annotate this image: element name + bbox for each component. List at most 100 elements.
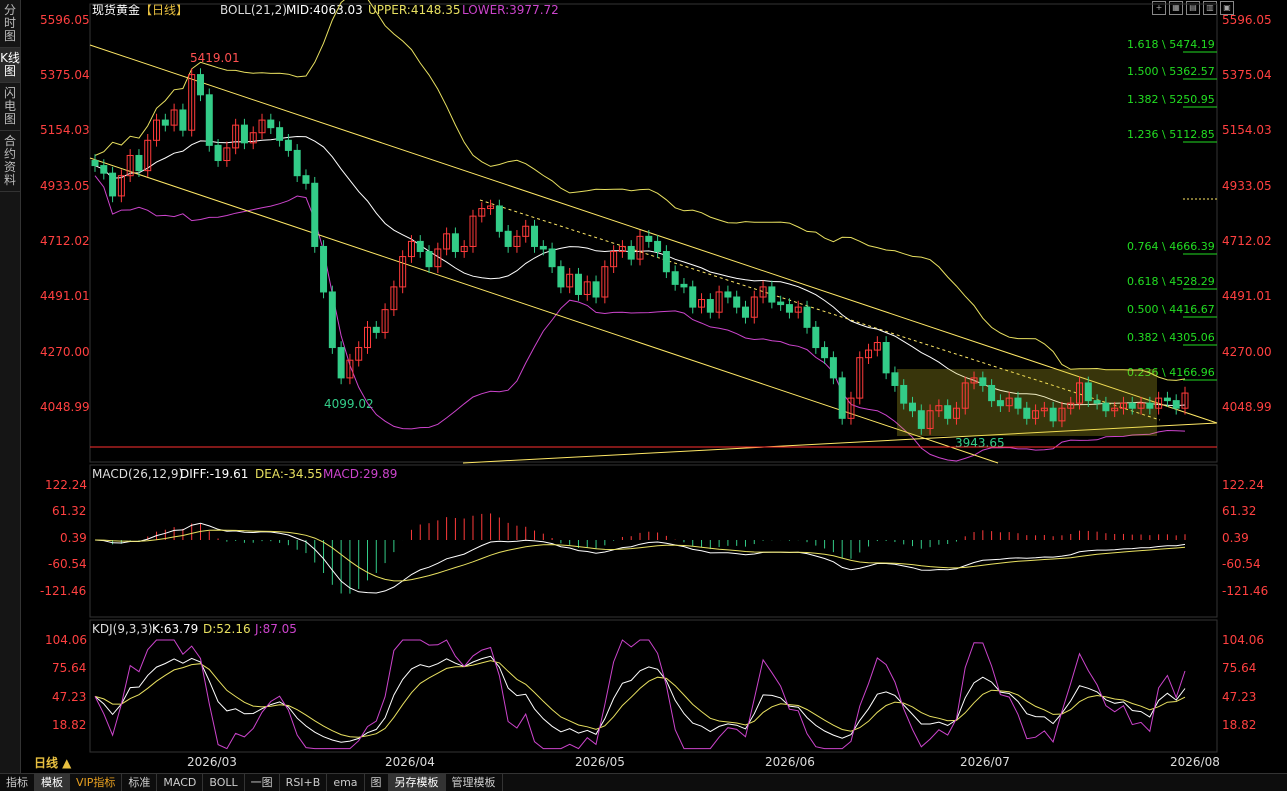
candle-body: [293, 149, 301, 177]
tab-template[interactable]: 模板: [35, 774, 70, 791]
candle-body: [662, 251, 670, 273]
tab-boll[interactable]: BOLL: [203, 774, 245, 791]
candle-body: [416, 240, 424, 253]
candle-body: [917, 410, 925, 429]
macd-y-tick: -121.46: [40, 584, 86, 598]
x-tick: 2026/06: [765, 755, 815, 769]
tab-chart[interactable]: 图: [365, 774, 389, 791]
candle-body: [882, 342, 890, 374]
candle-body: [1102, 402, 1110, 412]
candle-body: [451, 233, 459, 253]
candle-body: [179, 109, 187, 131]
candle-body: [574, 273, 582, 295]
x-tick: 2026/05: [575, 755, 625, 769]
macd-y-tick: 61.32: [52, 504, 86, 518]
period-selector[interactable]: 日线 ▲: [20, 754, 90, 773]
candle-body: [504, 230, 512, 247]
channel-lower-line: [89, 157, 999, 464]
candle-body: [109, 172, 117, 197]
y-tick: 5375.04: [40, 68, 90, 82]
candle-body: [988, 384, 996, 402]
candle-body: [812, 326, 820, 349]
kdj-k: K:63.79: [152, 622, 198, 636]
candle-body: [240, 124, 248, 144]
macd-y-tick: -60.54: [48, 557, 87, 571]
candle-body: [1014, 397, 1022, 409]
y-tick: 4270.00: [40, 345, 90, 359]
candle-body: [425, 251, 433, 268]
candle-body: [1093, 400, 1101, 404]
tab-ema[interactable]: ema: [327, 774, 365, 791]
candle-body: [900, 384, 908, 404]
candle-body: [267, 119, 275, 129]
tab-indicator[interactable]: 指标: [0, 774, 35, 791]
candle-body: [654, 240, 662, 253]
candle-body: [328, 291, 336, 349]
candle-body: [539, 245, 547, 250]
macd-y-tick: 0.39: [60, 531, 87, 545]
fib-label: 1.618 \ 5474.19: [1127, 38, 1215, 51]
tab-rsi-b[interactable]: RSI+B: [280, 774, 328, 791]
candle-body: [996, 400, 1004, 407]
kdj-k-line: [94, 655, 1186, 743]
macd-y-tick-right: 0.39: [1222, 531, 1249, 545]
candle-body: [689, 286, 697, 308]
tab-save-template[interactable]: 另存模板: [388, 774, 446, 791]
candle-body: [557, 266, 565, 288]
candle-body: [161, 119, 169, 126]
kdj-j: J:87.05: [254, 622, 297, 636]
candle-body: [1023, 407, 1031, 419]
candle-body: [100, 165, 108, 174]
candle-body: [302, 175, 310, 184]
macd-dea: DEA:-34.55: [255, 467, 323, 481]
kdj-y-tick-right: 47.23: [1222, 690, 1256, 704]
kdj-y-tick: 104.06: [45, 633, 87, 647]
y-axis-main: 5596.05 5375.04 5154.03 4933.05 4712.02 …: [40, 13, 1272, 414]
candle-body: [821, 347, 829, 359]
y-tick: 4491.01: [40, 289, 90, 303]
candle-body: [944, 405, 952, 419]
fib-label: 1.500 \ 5362.57: [1127, 65, 1215, 78]
macd-panel-frame: [89, 464, 1218, 618]
annotation-low: 4099.02: [324, 397, 374, 411]
y-tick-right: 4270.00: [1222, 345, 1272, 359]
kdj-y-tick-right: 18.82: [1222, 718, 1256, 732]
boll-upper: UPPER:4148.35: [368, 3, 460, 17]
kdj-y-tick: 47.23: [52, 690, 86, 704]
x-tick: 2026/07: [960, 755, 1010, 769]
candle-body: [548, 248, 556, 268]
y-tick: 4933.05: [40, 179, 90, 193]
kdj-y-tick: 18.82: [52, 718, 86, 732]
fib-label: 1.382 \ 5250.95: [1127, 93, 1215, 106]
boll-lower: LOWER:3977.72: [462, 3, 559, 17]
candle-body: [284, 139, 292, 151]
y-tick: 4048.99: [40, 400, 90, 414]
candle-body: [838, 377, 846, 419]
candle-body: [531, 225, 539, 247]
macd-diff: DIFF:-19.61: [180, 467, 248, 481]
y-tick-right: 5375.04: [1222, 68, 1272, 82]
candle-body: [214, 144, 222, 162]
candle-body: [1049, 407, 1057, 422]
tab-standard[interactable]: 标准: [122, 774, 158, 791]
boll-mid-line: [94, 135, 1186, 407]
kdj-name: KDJ(9,3,3): [92, 622, 153, 636]
candle-body: [1163, 397, 1171, 402]
fib-label: 1.236 \ 5112.85: [1127, 128, 1215, 141]
y-tick: 4712.02: [40, 234, 90, 248]
tab-vip-indicator[interactable]: VIP指标: [70, 774, 123, 791]
tab-one-chart[interactable]: 一图: [245, 774, 280, 791]
tab-macd[interactable]: MACD: [157, 774, 204, 791]
kdj-y-tick-right: 75.64: [1222, 661, 1256, 675]
tab-manage-template[interactable]: 管理模板: [446, 774, 503, 791]
candle-body: [671, 271, 679, 285]
candle-body: [891, 372, 899, 386]
candle-body: [724, 291, 732, 298]
candle-body: [785, 304, 793, 313]
candle-body: [196, 74, 204, 96]
y-axis-macd: 122.24 61.32 0.39 -60.54 -121.46 122.24 …: [40, 478, 1268, 598]
candle-body: [311, 182, 319, 247]
kdj-d: D:52.16: [203, 622, 251, 636]
candle-body: [91, 160, 99, 167]
candle-body: [205, 94, 213, 146]
